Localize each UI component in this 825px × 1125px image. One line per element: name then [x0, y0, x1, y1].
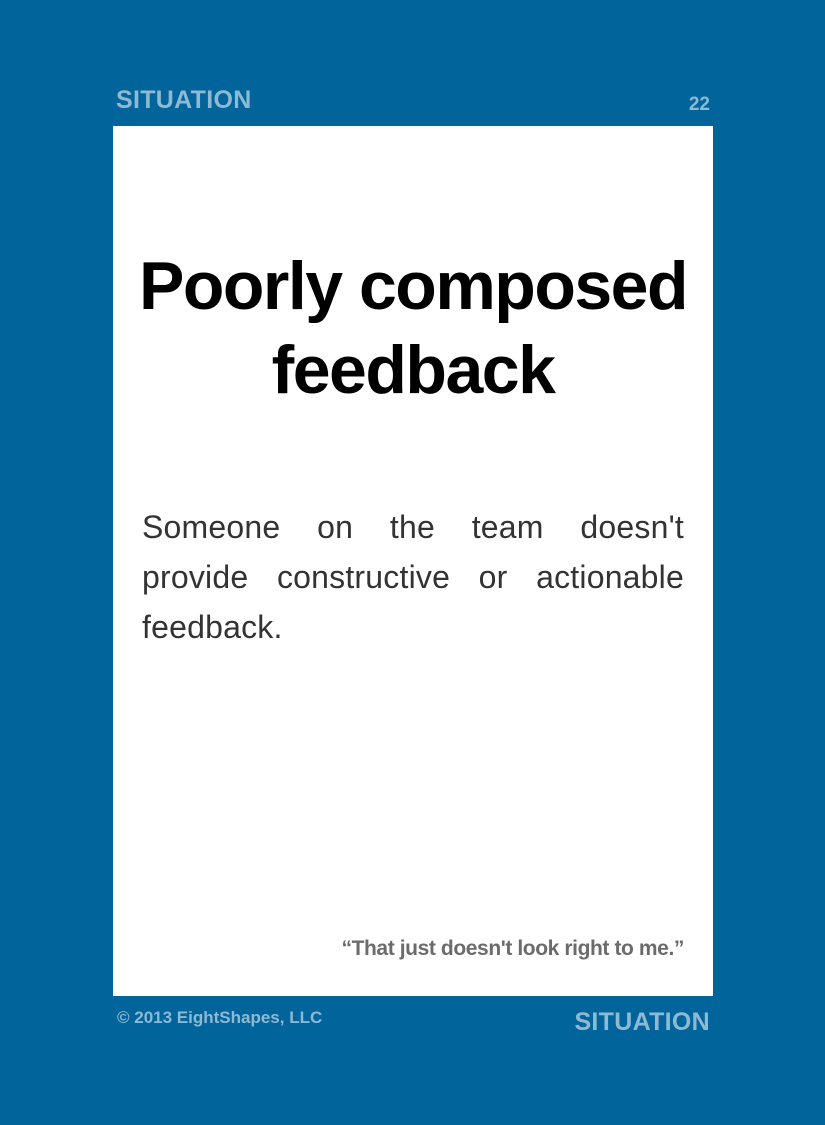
card-description: Someone on the team doesn't provide cons… — [142, 509, 684, 645]
situation-card-page: SITUATION 22 Poorly composed feedback So… — [0, 0, 825, 1125]
card-face: Poorly composed feedback Someone on the … — [113, 126, 713, 996]
card-quote: “That just doesn't look right to me.” — [341, 937, 684, 960]
bottom-category-label: SITUATION — [574, 1008, 710, 1036]
card-title: Poorly composed feedback — [138, 248, 689, 408]
copyright-text: © 2013 EightShapes, LLC — [117, 1008, 323, 1027]
top-category-label: SITUATION — [116, 86, 252, 114]
card-number: 22 — [688, 94, 710, 115]
